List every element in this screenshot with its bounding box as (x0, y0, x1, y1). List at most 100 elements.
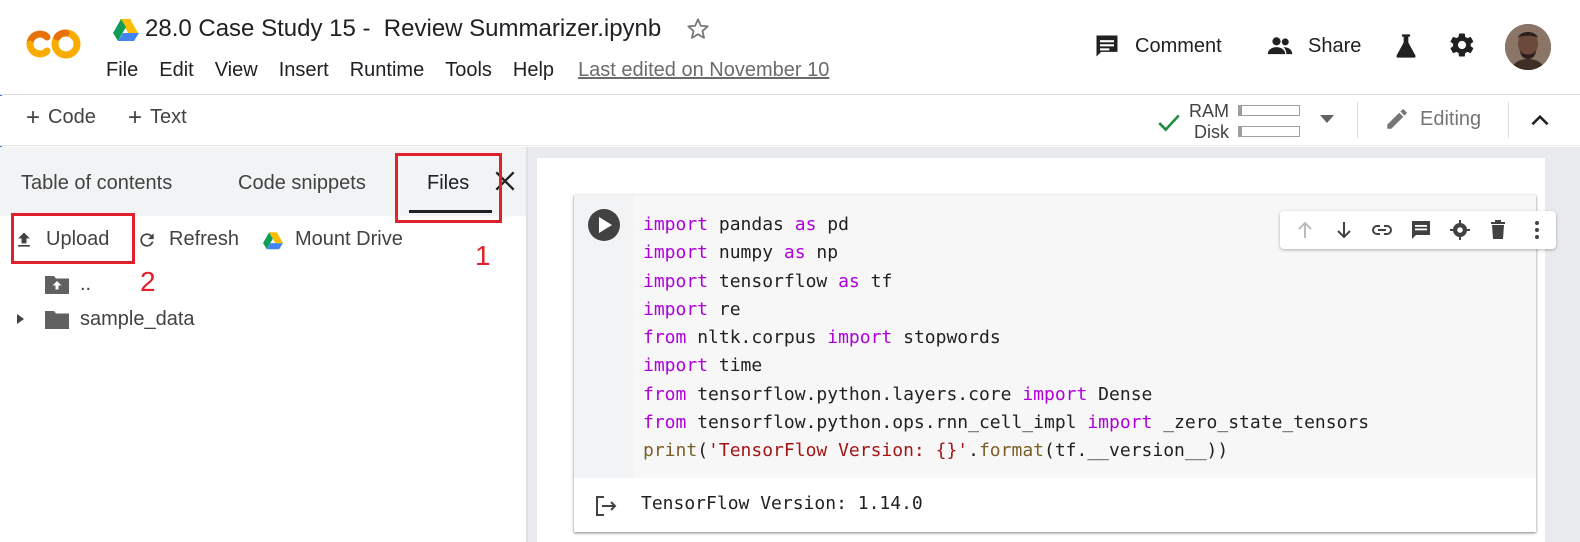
code-token: numpy (708, 242, 784, 264)
menu-file[interactable]: File (106, 59, 138, 82)
menu-runtime[interactable]: Runtime (350, 59, 424, 82)
file-tree-item-sample-data[interactable]: sample_data (0, 302, 526, 336)
caret-right-icon[interactable] (14, 312, 28, 326)
side-panel-top-strip (0, 147, 528, 160)
file-tree-item-parent[interactable]: .. (0, 267, 526, 301)
play-icon (599, 217, 612, 233)
star-icon[interactable] (685, 16, 711, 42)
code-token: . (968, 440, 979, 462)
upload-icon (18, 232, 30, 247)
code-token: (tf.__version__)) (1044, 440, 1229, 462)
close-icon[interactable] (492, 168, 518, 194)
menu-insert[interactable]: Insert (279, 59, 329, 82)
avatar[interactable] (1505, 24, 1551, 70)
mount-drive-label: Mount Drive (295, 228, 403, 250)
notebook-main: import pandas as pd import numpy as np imp… (528, 147, 1580, 542)
folder-upload-icon (45, 276, 69, 294)
editing-mode-button[interactable]: Editing (1384, 106, 1481, 132)
code-token: tf (859, 270, 893, 292)
chevron-down-icon[interactable] (1320, 115, 1334, 123)
notebook-title[interactable]: 28.0 Case Study 15 - Review Summarizer.i… (145, 15, 661, 43)
add-text-button[interactable]: + Text (128, 103, 187, 131)
code-token: import (1022, 383, 1088, 405)
plus-icon: + (128, 103, 143, 131)
code-token: _zero_state_tensors (1152, 412, 1370, 434)
tab-files[interactable]: Files (427, 172, 469, 195)
add-code-label: Code (48, 106, 96, 128)
code-token: tensorflow.python.ops.rnn_cell_impl (686, 412, 1088, 434)
annotation-number-1: 1 (475, 240, 491, 271)
code-token: nltk.corpus (686, 327, 828, 349)
comment-icon[interactable] (1402, 215, 1441, 245)
output-icon[interactable] (594, 494, 618, 518)
toolbar-divider (1357, 102, 1358, 138)
ram-usage-fill (1239, 106, 1242, 115)
refresh-button[interactable]: Refresh (137, 228, 239, 251)
files-actions: Upload Refresh Mount Drive (0, 216, 526, 264)
code-line: import tensorflow as tf (643, 268, 1536, 296)
link-icon[interactable] (1363, 215, 1402, 245)
more-vert-icon[interactable] (1517, 215, 1556, 245)
code-token: import (643, 298, 709, 320)
refresh-label: Refresh (169, 228, 240, 250)
add-code-button[interactable]: + Code (26, 105, 96, 129)
code-line: from tensorflow.python.ops.rnn_cell_impl… (643, 409, 1536, 437)
menu-bar: File Edit View Insert Runtime Tools Help… (106, 56, 829, 84)
people-icon (1267, 37, 1293, 55)
menu-edit[interactable]: Edit (159, 59, 193, 82)
code-token: re (708, 298, 741, 320)
tab-code-snippets[interactable]: Code snippets (238, 172, 366, 195)
upload-label: Upload (46, 228, 110, 250)
comment-button[interactable]: Comment (1093, 32, 1222, 60)
code-token: pandas (708, 214, 795, 235)
move-down-icon[interactable] (1325, 215, 1364, 245)
code-token: 'TensorFlow Version: {}' (708, 440, 969, 462)
share-button[interactable]: Share (1266, 32, 1361, 60)
code-token: from (643, 383, 687, 405)
menu-view[interactable]: View (215, 59, 258, 82)
move-up-icon[interactable] (1286, 215, 1325, 245)
disk-label: Disk (1194, 122, 1229, 142)
folder-icon (45, 311, 69, 329)
code-token: import (643, 242, 709, 264)
gear-icon[interactable] (1440, 215, 1479, 245)
gear-icon[interactable] (1448, 31, 1476, 59)
cell-output: TensorFlow Version: 1.14.0 (574, 478, 1536, 532)
disk-usage-bar (1238, 126, 1300, 137)
resources-indicator[interactable]: RAM Disk (1156, 99, 1336, 143)
code-token: as (794, 214, 817, 235)
flask-icon[interactable] (1392, 32, 1420, 60)
cell-gutter (574, 195, 634, 478)
comment-icon (1096, 35, 1118, 57)
toolbar-divider (1508, 102, 1509, 138)
code-cell[interactable]: import pandas as pd import numpy as np imp… (574, 195, 1556, 532)
code-token: import (643, 270, 709, 292)
chevron-up-icon[interactable] (1527, 108, 1553, 134)
header: 28.0 Case Study 15 - Review Summarizer.i… (0, 0, 1580, 95)
code-line: import time (643, 352, 1536, 380)
run-cell-button[interactable] (588, 209, 620, 241)
code-line: import re (643, 296, 1536, 324)
checkmark-icon (1158, 114, 1180, 132)
colab-logo-icon[interactable] (22, 20, 86, 68)
mount-drive-button[interactable]: Mount Drive (263, 228, 403, 251)
notebook-container: import pandas as pd import numpy as np imp… (537, 158, 1556, 542)
tab-table-of-contents[interactable]: Table of contents (21, 172, 172, 195)
google-drive-icon (263, 231, 283, 249)
code-token: as (783, 242, 806, 264)
menu-help[interactable]: Help (513, 59, 554, 82)
cell-toolbar (1280, 211, 1556, 249)
code-line: from tensorflow.python.layers.core impor… (643, 381, 1536, 409)
google-drive-icon (113, 19, 139, 41)
annotation-number-2: 2 (140, 266, 156, 297)
notebook-toolbar: + Code + Text RAM Disk Editing (0, 96, 1580, 146)
disk-usage-fill (1239, 127, 1242, 136)
code-token: from (643, 327, 687, 349)
code-token: import (1087, 412, 1153, 434)
ram-usage-bar (1238, 105, 1300, 116)
upload-button[interactable]: Upload (14, 228, 109, 251)
last-edited-link[interactable]: Last edited on November 10 (578, 59, 829, 82)
trash-icon[interactable] (1479, 215, 1518, 245)
code-token: import (827, 327, 893, 349)
menu-tools[interactable]: Tools (445, 59, 492, 82)
